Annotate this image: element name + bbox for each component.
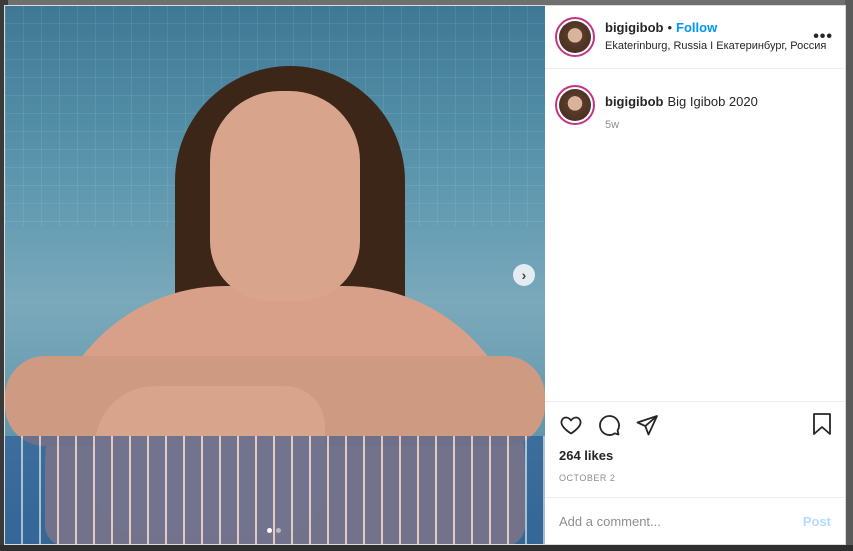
- more-options-icon[interactable]: •••: [813, 28, 833, 46]
- post-header: bigigibob • Follow Ekaterinburg, Russia I …: [545, 6, 845, 69]
- author-username[interactable]: bigigibob: [605, 20, 663, 35]
- like-count[interactable]: 264 likes: [559, 448, 833, 463]
- separator-dot: •: [667, 20, 673, 35]
- action-icons: [559, 410, 833, 440]
- avatar-image: [559, 21, 591, 53]
- comment-input[interactable]: Add a comment...: [559, 514, 661, 529]
- post-location[interactable]: Ekaterinburg, Russia I Екатеринбург, Рос…: [605, 40, 826, 54]
- photo-face: [210, 91, 360, 301]
- background-right: [845, 0, 853, 551]
- post-modal: › bigigibob • Follow Ekaterinburg, Russia …: [4, 5, 846, 545]
- background-bottom: [0, 545, 853, 551]
- carousel-dot-active: [267, 528, 272, 533]
- comment-bubble-icon[interactable]: [597, 413, 621, 437]
- caption-body: Big Igibob 2020: [667, 94, 758, 109]
- caption-section: bigigibob Big Igibob 2020 5w: [545, 69, 845, 401]
- avatar-image: [559, 89, 591, 121]
- bookmark-icon[interactable]: [811, 412, 833, 441]
- carousel-dot: [276, 528, 281, 533]
- carousel-dots: [267, 528, 281, 533]
- paper-plane-icon[interactable]: [635, 413, 659, 437]
- comment-form: Add a comment... Post: [545, 497, 845, 544]
- post-actions: 264 likes OCTOBER 2: [545, 401, 845, 497]
- caption-text: bigigibob Big Igibob 2020: [605, 94, 758, 125]
- post-comment-button[interactable]: Post: [803, 514, 831, 529]
- follow-button[interactable]: Follow: [676, 20, 717, 35]
- author-info: bigigibob • Follow Ekaterinburg, Russia I …: [605, 20, 826, 54]
- post-photo: ›: [5, 6, 545, 544]
- chevron-right-icon: ›: [521, 267, 527, 283]
- carousel-next-button[interactable]: ›: [513, 264, 535, 286]
- caption-avatar[interactable]: [555, 85, 595, 125]
- post-sidebar: bigigibob • Follow Ekaterinburg, Russia I …: [545, 6, 845, 544]
- post-date: OCTOBER 2: [559, 473, 616, 483]
- caption-username[interactable]: bigigibob: [605, 94, 663, 109]
- author-avatar[interactable]: [555, 17, 595, 57]
- heart-icon[interactable]: [559, 413, 583, 437]
